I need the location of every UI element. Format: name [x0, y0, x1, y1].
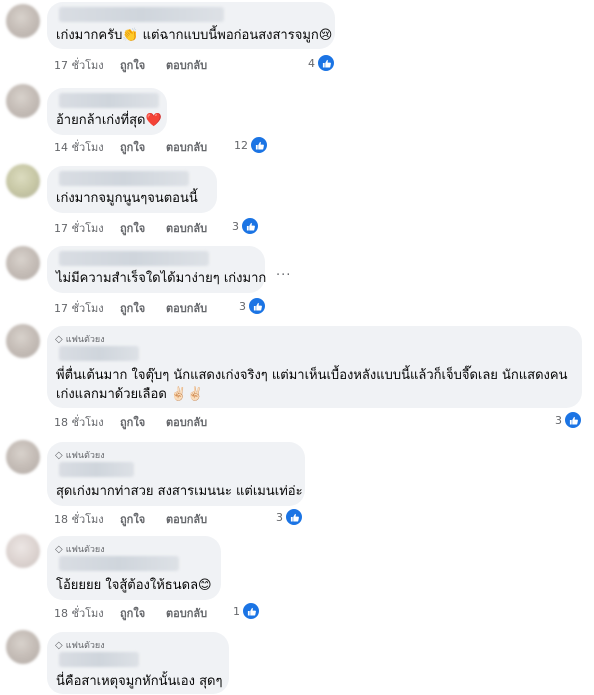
commenter-name-redacted[interactable] [59, 171, 189, 186]
comment-bubble: ◇ แฟนตัวยง นี่คือสาเหตุจมูกหักนั้นเอง สุด… [47, 632, 229, 694]
reaction-count[interactable]: 3 [276, 508, 303, 526]
reply-button[interactable]: ตอบกลับ [166, 219, 207, 237]
commenter-name-redacted[interactable] [59, 652, 139, 667]
comment-text: สุดเก่งมากท่าสวย สงสารเมนนะ แต่เมนเท่อ่ะ [56, 484, 303, 499]
like-button[interactable]: ถูกใจ [120, 510, 145, 528]
comment-text: เก่งมากครับ👏 แต่ฉากแบบนี้พอก่อนสงสารจมูก… [56, 28, 333, 43]
reply-button[interactable]: ตอบกลับ [166, 138, 207, 156]
comment-bubble: ◇ แฟนตัวยง สุดเก่งมากท่าสวย สงสารเมนนะ แต… [47, 442, 305, 506]
reply-button[interactable]: ตอบกลับ [166, 510, 207, 528]
reaction-number: 1 [233, 604, 240, 618]
like-reaction-icon [250, 136, 268, 154]
comment-text: ไม่มีความสำเร็จใดได้มาง่ายๆ เก่งมาก [56, 271, 267, 286]
comment-bubble: เก่งมากจมูกนูนๆจนตอนนี้ [47, 166, 217, 213]
avatar[interactable] [6, 246, 40, 280]
like-reaction-icon [241, 217, 259, 235]
comment-bubble: ◇ แฟนตัวยง โอ้ยยยย ใจสู้ต้องให้ธนดล😊 [47, 536, 221, 600]
like-reaction-icon [317, 54, 335, 72]
avatar[interactable] [6, 324, 40, 358]
diamond-icon: ◇ [55, 333, 63, 345]
like-reaction-icon [242, 602, 260, 620]
avatar[interactable] [6, 84, 40, 118]
like-button[interactable]: ถูกใจ [120, 604, 145, 622]
avatar[interactable] [6, 440, 40, 474]
badge-label: แฟนตัวยง [65, 641, 105, 651]
reaction-count[interactable]: 3 [555, 411, 582, 429]
commenter-name-redacted[interactable] [59, 462, 134, 477]
comment-text-line-2: เก่งแลกมาด้วยเลือด ✌🏻✌🏻 [56, 387, 204, 402]
commenter-name-redacted[interactable] [59, 251, 209, 266]
avatar[interactable] [6, 164, 40, 198]
comment-text: เก่งมากจมูกนูนๆจนตอนนี้ [56, 191, 198, 206]
comment-bubble: อ้ายกล้าเก่งที่สุด❤️ [47, 88, 167, 135]
reaction-number: 3 [555, 413, 562, 427]
comment-bubble: เก่งมากครับ👏 แต่ฉากแบบนี้พอก่อนสงสารจมูก… [47, 2, 335, 49]
like-reaction-icon [248, 297, 266, 315]
reaction-number: 3 [239, 299, 246, 313]
more-options-icon[interactable]: ··· [276, 268, 291, 283]
comment-time[interactable]: 14 ชั่วโมง [54, 138, 104, 156]
comment-text: อ้ายกล้าเก่งที่สุด❤️ [56, 113, 162, 128]
badge-label: แฟนตัวยง [65, 335, 105, 345]
diamond-icon: ◇ [55, 449, 63, 461]
reaction-number: 3 [276, 510, 283, 524]
avatar[interactable] [6, 630, 40, 664]
reaction-count[interactable]: 4 [308, 54, 335, 72]
diamond-icon: ◇ [55, 639, 63, 651]
like-button[interactable]: ถูกใจ [120, 219, 145, 237]
reply-button[interactable]: ตอบกลับ [166, 56, 207, 74]
reaction-number: 3 [232, 219, 239, 233]
comment-text: นี่คือสาเหตุจมูกหักนั้นเอง สุดๆ [56, 674, 223, 689]
like-reaction-icon [564, 411, 582, 429]
reaction-number: 4 [308, 56, 315, 70]
top-fan-badge: ◇ แฟนตัวยง [55, 638, 105, 652]
commenter-name-redacted[interactable] [59, 346, 139, 361]
comment-time[interactable]: 18 ชั่วโมง [54, 510, 104, 528]
reply-button[interactable]: ตอบกลับ [166, 604, 207, 622]
comment-bubble: ไม่มีความสำเร็จใดได้มาง่ายๆ เก่งมาก [47, 246, 267, 293]
diamond-icon: ◇ [55, 543, 63, 555]
like-reaction-icon [285, 508, 303, 526]
like-button[interactable]: ถูกใจ [120, 413, 145, 431]
badge-label: แฟนตัวยง [65, 545, 105, 555]
comment-time[interactable]: 17 ชั่วโมง [54, 299, 104, 317]
like-button[interactable]: ถูกใจ [120, 299, 145, 317]
comment-time[interactable]: 17 ชั่วโมง [54, 219, 104, 237]
avatar[interactable] [6, 4, 40, 38]
top-fan-badge: ◇ แฟนตัวยง [55, 448, 105, 462]
commenter-name-redacted[interactable] [59, 556, 179, 571]
comment-time[interactable]: 17 ชั่วโมง [54, 56, 104, 74]
reaction-number: 12 [234, 138, 248, 152]
avatar[interactable] [6, 534, 40, 568]
reaction-count[interactable]: 12 [234, 136, 268, 154]
reaction-count[interactable]: 1 [233, 602, 260, 620]
badge-label: แฟนตัวยง [65, 451, 105, 461]
top-fan-badge: ◇ แฟนตัวยง [55, 332, 105, 346]
commenter-name-redacted[interactable] [59, 93, 159, 108]
comment-time[interactable]: 18 ชั่วโมง [54, 413, 104, 431]
comment-text: พี่ตื่นเต้นมาก ใจตุ๊บๆ นักแสดงเก่งจริงๆ … [56, 368, 568, 383]
reaction-count[interactable]: 3 [239, 297, 266, 315]
reply-button[interactable]: ตอบกลับ [166, 413, 207, 431]
like-button[interactable]: ถูกใจ [120, 138, 145, 156]
comment-time[interactable]: 18 ชั่วโมง [54, 604, 104, 622]
reaction-count[interactable]: 3 [232, 217, 259, 235]
top-fan-badge: ◇ แฟนตัวยง [55, 542, 105, 556]
like-button[interactable]: ถูกใจ [120, 56, 145, 74]
reply-button[interactable]: ตอบกลับ [166, 299, 207, 317]
comment-text: โอ้ยยยย ใจสู้ต้องให้ธนดล😊 [56, 578, 212, 593]
commenter-name-redacted[interactable] [59, 7, 224, 22]
comment-bubble: ◇ แฟนตัวยง พี่ตื่นเต้นมาก ใจตุ๊บๆ นักแสดง… [47, 326, 582, 408]
